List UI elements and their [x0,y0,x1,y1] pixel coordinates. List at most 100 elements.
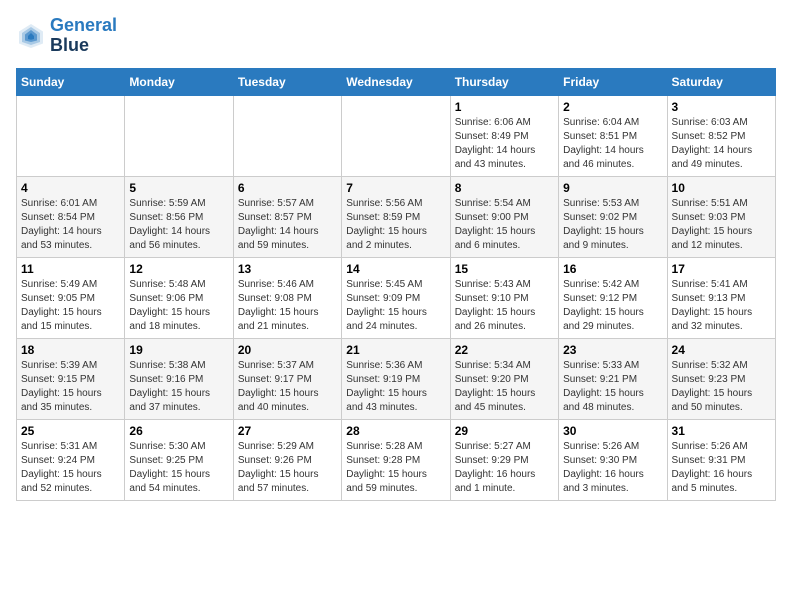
day-number: 29 [455,424,554,438]
day-number: 20 [238,343,337,357]
day-cell: 28 Sunrise: 5:28 AM Sunset: 9:28 PM Dayli… [342,419,450,500]
day-cell: 24 Sunrise: 5:32 AM Sunset: 9:23 PM Dayli… [667,338,775,419]
day-number: 9 [563,181,662,195]
day-number: 12 [129,262,228,276]
day-cell: 13Sunrise: 5:46 AM Sunset: 9:08 PM Dayli… [233,257,341,338]
day-info: Sunrise: 5:53 AM Sunset: 9:02 PM Dayligh… [563,197,662,253]
day-cell: 16 Sunrise: 5:42 AM Sunset: 9:12 PM Dayli… [559,257,667,338]
day-info: Sunrise: 6:01 AM Sunset: 8:54 PM Dayligh… [21,197,120,253]
day-number: 21 [346,343,445,357]
day-cell: 10 Sunrise: 5:51 AM Sunset: 9:03 PM Dayli… [667,176,775,257]
day-cell: 23 Sunrise: 5:33 AM Sunset: 9:21 PM Dayli… [559,338,667,419]
day-info: Sunrise: 5:38 AM Sunset: 9:16 PM Dayligh… [129,359,228,415]
day-number: 23 [563,343,662,357]
day-cell: 26 Sunrise: 5:30 AM Sunset: 9:25 PM Dayli… [125,419,233,500]
day-number: 15 [455,262,554,276]
day-number: 4 [21,181,120,195]
day-info: Sunrise: 5:54 AM Sunset: 9:00 PM Dayligh… [455,197,554,253]
day-cell: 7 Sunrise: 5:56 AM Sunset: 8:59 PM Daylig… [342,176,450,257]
day-cell: 30Sunrise: 5:26 AM Sunset: 9:30 PM Dayli… [559,419,667,500]
day-number: 10 [672,181,771,195]
day-cell: 31 Sunrise: 5:26 AM Sunset: 9:31 PM Dayli… [667,419,775,500]
day-cell: 14 Sunrise: 5:45 AM Sunset: 9:09 PM Dayli… [342,257,450,338]
day-info: Sunrise: 5:29 AM Sunset: 9:26 PM Dayligh… [238,440,337,496]
day-number: 28 [346,424,445,438]
day-info: Sunrise: 5:28 AM Sunset: 9:28 PM Dayligh… [346,440,445,496]
day-cell: 6 Sunrise: 5:57 AM Sunset: 8:57 PM Daylig… [233,176,341,257]
day-info: Sunrise: 5:31 AM Sunset: 9:24 PM Dayligh… [21,440,120,496]
calendar-header: SundayMondayTuesdayWednesdayThursdayFrid… [17,68,776,95]
logo-text: General Blue [50,16,117,56]
day-number: 19 [129,343,228,357]
day-cell: 8 Sunrise: 5:54 AM Sunset: 9:00 PM Daylig… [450,176,558,257]
day-cell: 20Sunrise: 5:37 AM Sunset: 9:17 PM Dayli… [233,338,341,419]
day-info: Sunrise: 5:57 AM Sunset: 8:57 PM Dayligh… [238,197,337,253]
day-header-saturday: Saturday [667,68,775,95]
day-info: Sunrise: 5:51 AM Sunset: 9:03 PM Dayligh… [672,197,771,253]
day-info: Sunrise: 5:26 AM Sunset: 9:31 PM Dayligh… [672,440,771,496]
day-info: Sunrise: 5:45 AM Sunset: 9:09 PM Dayligh… [346,278,445,334]
day-number: 27 [238,424,337,438]
day-cell: 18Sunrise: 5:39 AM Sunset: 9:15 PM Dayli… [17,338,125,419]
day-cell [125,95,233,176]
day-info: Sunrise: 5:27 AM Sunset: 9:29 PM Dayligh… [455,440,554,496]
week-row-4: 18Sunrise: 5:39 AM Sunset: 9:15 PM Dayli… [17,338,776,419]
day-number: 26 [129,424,228,438]
day-number: 6 [238,181,337,195]
day-number: 5 [129,181,228,195]
logo-icon [16,21,46,51]
day-number: 1 [455,100,554,114]
header-row: SundayMondayTuesdayWednesdayThursdayFrid… [17,68,776,95]
day-cell: 27 Sunrise: 5:29 AM Sunset: 9:26 PM Dayli… [233,419,341,500]
day-info: Sunrise: 5:32 AM Sunset: 9:23 PM Dayligh… [672,359,771,415]
week-row-3: 11 Sunrise: 5:49 AM Sunset: 9:05 PM Dayli… [17,257,776,338]
day-info: Sunrise: 5:56 AM Sunset: 8:59 PM Dayligh… [346,197,445,253]
day-info: Sunrise: 5:43 AM Sunset: 9:10 PM Dayligh… [455,278,554,334]
day-cell: 3Sunrise: 6:03 AM Sunset: 8:52 PM Daylig… [667,95,775,176]
day-cell [233,95,341,176]
day-number: 14 [346,262,445,276]
day-info: Sunrise: 6:06 AM Sunset: 8:49 PM Dayligh… [455,116,554,172]
day-number: 11 [21,262,120,276]
day-number: 17 [672,262,771,276]
day-cell: 11 Sunrise: 5:49 AM Sunset: 9:05 PM Dayli… [17,257,125,338]
day-info: Sunrise: 5:30 AM Sunset: 9:25 PM Dayligh… [129,440,228,496]
day-cell: 1 Sunrise: 6:06 AM Sunset: 8:49 PM Daylig… [450,95,558,176]
day-number: 24 [672,343,771,357]
day-info: Sunrise: 5:34 AM Sunset: 9:20 PM Dayligh… [455,359,554,415]
day-cell: 2Sunrise: 6:04 AM Sunset: 8:51 PM Daylig… [559,95,667,176]
day-cell: 4 Sunrise: 6:01 AM Sunset: 8:54 PM Daylig… [17,176,125,257]
calendar-table: SundayMondayTuesdayWednesdayThursdayFrid… [16,68,776,501]
day-cell: 22 Sunrise: 5:34 AM Sunset: 9:20 PM Dayli… [450,338,558,419]
day-number: 31 [672,424,771,438]
day-info: Sunrise: 5:36 AM Sunset: 9:19 PM Dayligh… [346,359,445,415]
day-info: Sunrise: 5:41 AM Sunset: 9:13 PM Dayligh… [672,278,771,334]
day-number: 7 [346,181,445,195]
day-header-monday: Monday [125,68,233,95]
week-row-1: 1 Sunrise: 6:06 AM Sunset: 8:49 PM Daylig… [17,95,776,176]
day-info: Sunrise: 5:59 AM Sunset: 8:56 PM Dayligh… [129,197,228,253]
day-info: Sunrise: 6:04 AM Sunset: 8:51 PM Dayligh… [563,116,662,172]
day-number: 30 [563,424,662,438]
day-info: Sunrise: 5:46 AM Sunset: 9:08 PM Dayligh… [238,278,337,334]
day-cell: 5 Sunrise: 5:59 AM Sunset: 8:56 PM Daylig… [125,176,233,257]
day-number: 3 [672,100,771,114]
day-cell: 9 Sunrise: 5:53 AM Sunset: 9:02 PM Daylig… [559,176,667,257]
day-info: Sunrise: 5:33 AM Sunset: 9:21 PM Dayligh… [563,359,662,415]
day-cell: 12Sunrise: 5:48 AM Sunset: 9:06 PM Dayli… [125,257,233,338]
day-cell: 15 Sunrise: 5:43 AM Sunset: 9:10 PM Dayli… [450,257,558,338]
day-info: Sunrise: 5:42 AM Sunset: 9:12 PM Dayligh… [563,278,662,334]
calendar-body: 1 Sunrise: 6:06 AM Sunset: 8:49 PM Daylig… [17,95,776,500]
day-number: 8 [455,181,554,195]
day-number: 22 [455,343,554,357]
day-header-sunday: Sunday [17,68,125,95]
day-cell [342,95,450,176]
week-row-2: 4 Sunrise: 6:01 AM Sunset: 8:54 PM Daylig… [17,176,776,257]
day-number: 16 [563,262,662,276]
day-header-wednesday: Wednesday [342,68,450,95]
week-row-5: 25 Sunrise: 5:31 AM Sunset: 9:24 PM Dayli… [17,419,776,500]
day-number: 25 [21,424,120,438]
day-cell: 17 Sunrise: 5:41 AM Sunset: 9:13 PM Dayli… [667,257,775,338]
logo: General Blue [16,16,117,56]
day-info: Sunrise: 5:49 AM Sunset: 9:05 PM Dayligh… [21,278,120,334]
